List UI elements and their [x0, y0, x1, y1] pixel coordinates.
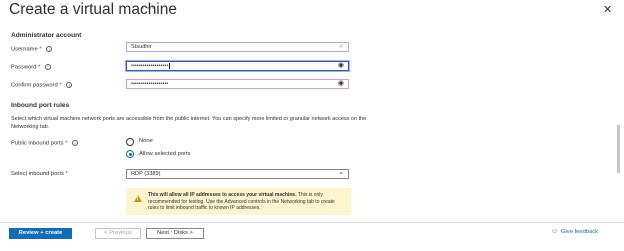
- chevron-down-icon: ⌄: [338, 169, 344, 176]
- info-icon[interactable]: i: [66, 82, 73, 88]
- required-mark: *: [65, 140, 68, 147]
- next-disks-button[interactable]: Next : Disks >: [146, 228, 204, 239]
- public-inbound-label: Public inbound ports * i: [11, 140, 79, 147]
- radio-allow-selected[interactable]: [126, 150, 134, 158]
- warning-bold-text: This will allow all IP addresses to acce…: [148, 192, 297, 198]
- previous-button[interactable]: < Previous: [95, 228, 141, 239]
- confirm-password-label: Confirm password * i: [11, 82, 73, 89]
- radio-none[interactable]: [126, 138, 134, 146]
- radio-none-label[interactable]: None: [139, 138, 153, 144]
- admin-account-heading: Administrator account: [11, 32, 82, 39]
- required-mark: *: [59, 82, 62, 89]
- confirm-password-value: •••••••••••••••••••: [131, 81, 169, 87]
- scrollbar-thumb[interactable]: [617, 125, 620, 173]
- username-value: Stsudhir: [131, 44, 152, 50]
- required-mark: *: [65, 171, 68, 177]
- required-mark: *: [38, 64, 41, 71]
- text-caret: [169, 62, 171, 69]
- confirm-password-label-text: Confirm password: [11, 82, 58, 89]
- username-label: Username * i: [11, 46, 53, 53]
- info-icon[interactable]: i: [44, 64, 51, 70]
- more-options-icon[interactable]: ···: [141, 0, 156, 14]
- give-feedback-link[interactable]: Give feedback: [561, 229, 598, 235]
- username-field[interactable]: Stsudhir ✓: [126, 42, 349, 52]
- username-label-text: Username: [11, 46, 38, 53]
- reveal-password-icon[interactable]: ◉: [338, 62, 344, 70]
- valid-check-icon: ✓: [338, 44, 344, 50]
- feedback-icon[interactable]: ☺: [551, 228, 558, 235]
- warning-text: This will allow all IP addresses to acce…: [148, 192, 346, 212]
- radio-allow-selected-label[interactable]: Allow selected ports: [139, 151, 191, 157]
- required-mark: *: [39, 46, 42, 53]
- public-inbound-label-text: Public inbound ports: [11, 140, 64, 147]
- inbound-ports-value: RDP (3389): [131, 171, 161, 177]
- warning-banner: ! This will allow all IP addresses to ac…: [126, 188, 351, 215]
- password-value: •••••••••••••••••••: [131, 63, 169, 69]
- reveal-password-icon[interactable]: ◉: [338, 80, 344, 88]
- review-create-button[interactable]: Review + create: [9, 228, 72, 239]
- select-inbound-label-text: Select inbound ports: [11, 171, 64, 177]
- password-label: Password * i: [11, 64, 51, 71]
- inbound-rules-heading: Inbound port rules: [11, 102, 70, 109]
- close-icon[interactable]: ✕: [603, 3, 612, 16]
- footer-divider: [0, 222, 624, 223]
- info-icon[interactable]: i: [72, 140, 79, 146]
- password-field[interactable]: ••••••••••••••••••• ◉: [126, 61, 349, 71]
- confirm-password-field[interactable]: ••••••••••••••••••• ◉: [126, 79, 349, 89]
- password-label-text: Password: [11, 64, 37, 71]
- info-icon[interactable]: i: [46, 46, 53, 52]
- inbound-description: Select which virtual machine network por…: [11, 116, 367, 130]
- inbound-ports-select[interactable]: RDP (3389) ⌄: [126, 169, 349, 179]
- select-inbound-label: Select inbound ports *: [11, 171, 68, 177]
- warning-icon-mark: !: [136, 196, 139, 202]
